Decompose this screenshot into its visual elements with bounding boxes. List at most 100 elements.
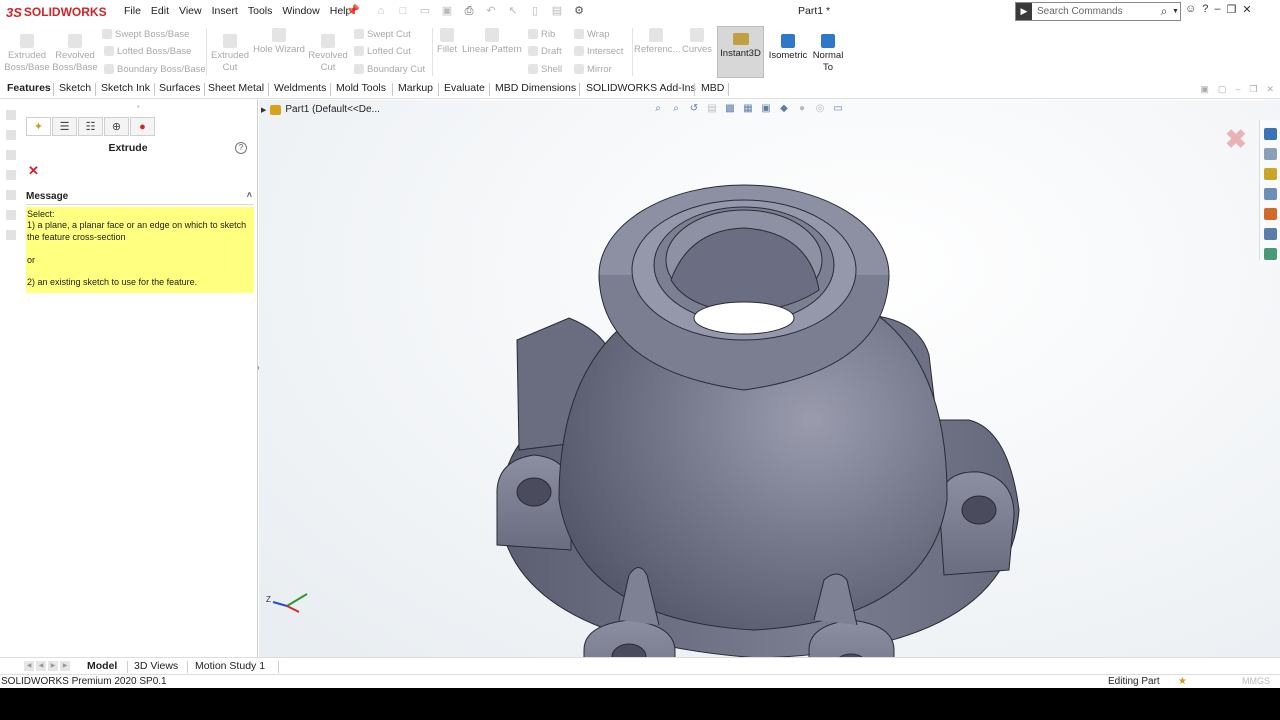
- forum-icon[interactable]: [1263, 248, 1277, 260]
- options-gear-icon[interactable]: ⚙: [570, 4, 588, 19]
- tab-mbd[interactable]: MBD: [699, 82, 726, 94]
- zoom-to-area-icon[interactable]: ⌕: [669, 102, 683, 115]
- confirmation-cancel-icon[interactable]: ✖: [1225, 124, 1247, 155]
- expand-arrow-icon[interactable]: ▶: [261, 106, 266, 114]
- tab-sketch[interactable]: Sketch: [57, 82, 93, 94]
- doc-restore-icon[interactable]: ❐: [1249, 84, 1257, 95]
- view-settings-icon[interactable]: ▭: [831, 102, 845, 115]
- select-icon[interactable]: ↖: [504, 4, 522, 19]
- search-dropdown-icon[interactable]: ▼: [1172, 8, 1180, 15]
- tab-weldments[interactable]: Weldments: [272, 82, 328, 94]
- rebuild-status-icon[interactable]: ★: [1178, 676, 1187, 687]
- menu-file[interactable]: File: [119, 5, 146, 17]
- search-input[interactable]: Search Commands: [1032, 6, 1156, 17]
- print-icon[interactable]: ⎙: [460, 4, 478, 19]
- rib-button[interactable]: Rib: [528, 29, 555, 40]
- save-icon[interactable]: ▣: [438, 4, 456, 19]
- strip-icon-6[interactable]: [6, 210, 16, 220]
- tab-3d-views[interactable]: 3D Views: [134, 660, 178, 672]
- unit-system[interactable]: MMGS: [1242, 676, 1270, 686]
- tab-motion-study-1[interactable]: Motion Study 1: [195, 660, 265, 672]
- tab-sketch-ink[interactable]: Sketch Ink: [99, 82, 152, 94]
- appearances-icon[interactable]: [1263, 208, 1277, 220]
- user-icon[interactable]: ☺: [1185, 3, 1196, 16]
- lofted-cut-button[interactable]: Lofted Cut: [354, 46, 411, 57]
- tab-evaluate[interactable]: Evaluate: [442, 82, 487, 94]
- last-tab-icon[interactable]: ▶: [60, 661, 70, 671]
- zoom-to-fit-icon[interactable]: ⌕: [651, 102, 665, 115]
- doc-minimize-icon[interactable]: –: [1235, 84, 1240, 95]
- extruded-cut-button[interactable]: Extruded Cut: [208, 34, 252, 74]
- display-style-icon[interactable]: ▣: [759, 102, 773, 115]
- cancel-close-icon[interactable]: ✕: [28, 163, 39, 179]
- feature-tree-flyout[interactable]: ▶ Part1 (Default<<De...: [261, 104, 380, 115]
- first-tab-icon[interactable]: ◀: [24, 661, 34, 671]
- menu-view[interactable]: View: [174, 5, 207, 17]
- strip-icon-4[interactable]: [6, 170, 16, 180]
- linear-pattern-button[interactable]: Linear Pattern: [462, 28, 522, 56]
- strip-icon-2[interactable]: [6, 130, 16, 140]
- isometric-button[interactable]: Isometric: [766, 34, 810, 62]
- instant3d-button[interactable]: Instant3D: [717, 26, 764, 78]
- wrap-button[interactable]: Wrap: [574, 29, 610, 40]
- strip-icon-1[interactable]: [6, 110, 16, 120]
- part-tree-label[interactable]: Part1 (Default<<De...: [285, 104, 380, 115]
- edit-appearance-icon[interactable]: ●: [795, 102, 809, 115]
- doc-close-icon[interactable]: ✕: [1266, 84, 1274, 95]
- graphics-area[interactable]: ▶ Part1 (Default<<De... ⌕ ⌕ ↺ ▤ ▩ ▦ ▣ ◆ …: [259, 100, 1280, 657]
- configuration-manager-tab-icon[interactable]: ☷: [78, 117, 103, 136]
- apply-scene-icon[interactable]: ◎: [813, 102, 827, 115]
- design-library-icon[interactable]: [1263, 148, 1277, 160]
- search-icon[interactable]: ⌕: [1156, 4, 1172, 19]
- boundary-cut-button[interactable]: Boundary Cut: [354, 64, 425, 75]
- previous-view-icon[interactable]: ↺: [687, 102, 701, 115]
- tab-mbd-dimensions[interactable]: MBD Dimensions: [493, 82, 578, 94]
- file-properties-icon[interactable]: ▤: [548, 4, 566, 19]
- tab-markup[interactable]: Markup: [396, 82, 435, 94]
- hole-wizard-button[interactable]: Hole Wizard: [252, 28, 306, 56]
- shell-button[interactable]: Shell: [528, 64, 562, 75]
- strip-icon-5[interactable]: [6, 190, 16, 200]
- undo-icon[interactable]: ↶: [482, 4, 500, 19]
- revolved-cut-button[interactable]: Revolved Cut: [306, 34, 350, 74]
- solidworks-resources-icon[interactable]: [1263, 128, 1277, 140]
- next-tab-icon[interactable]: ▶: [48, 661, 58, 671]
- open-icon[interactable]: ▭: [416, 4, 434, 19]
- chevron-up-icon[interactable]: ˄: [247, 190, 252, 200]
- pin-icon[interactable]: 📌: [346, 4, 360, 17]
- fillet-button[interactable]: Fillet: [434, 28, 460, 56]
- normal-to-button[interactable]: Normal To: [810, 34, 846, 74]
- part-3d-model[interactable]: [489, 180, 1029, 657]
- draft-button[interactable]: Draft: [528, 46, 562, 57]
- tab-solidworks-add-ins[interactable]: SOLIDWORKS Add-Ins: [584, 82, 698, 94]
- search-commands-box[interactable]: ▶ Search Commands ⌕ ▼: [1015, 2, 1181, 21]
- menu-tools[interactable]: Tools: [243, 5, 278, 17]
- reference-geometry-button[interactable]: Referenc...: [634, 28, 680, 56]
- dimxpert-tab-icon[interactable]: ⊕: [104, 117, 129, 136]
- swept-boss-button[interactable]: Swept Boss/Base: [102, 29, 189, 40]
- restore-icon[interactable]: ❐: [1226, 3, 1236, 16]
- tab-sheet-metal[interactable]: Sheet Metal: [206, 82, 266, 94]
- tab-mold-tools[interactable]: Mold Tools: [334, 82, 388, 94]
- tab-features[interactable]: Features: [5, 82, 53, 94]
- strip-icon-7[interactable]: [6, 230, 16, 240]
- boundary-boss-button[interactable]: Boundary Boss/Base: [104, 64, 206, 75]
- revolved-boss-button[interactable]: Revolved Boss/Base: [52, 34, 98, 74]
- lofted-boss-button[interactable]: Lofted Boss/Base: [104, 46, 191, 57]
- custom-properties-icon[interactable]: [1263, 228, 1277, 240]
- mirror-button[interactable]: Mirror: [574, 64, 612, 75]
- help-icon[interactable]: ?: [1202, 3, 1208, 16]
- extruded-boss-button[interactable]: Extruded Boss/Base: [4, 34, 50, 74]
- view-palette-icon[interactable]: [1263, 188, 1277, 200]
- menu-window[interactable]: Window: [277, 5, 324, 17]
- tab-surfaces[interactable]: Surfaces: [157, 82, 202, 94]
- menu-insert[interactable]: Insert: [207, 5, 243, 17]
- tile-icon[interactable]: ▣: [1200, 84, 1209, 95]
- close-icon[interactable]: ✕: [1242, 3, 1251, 16]
- panel-drag-handle[interactable]: •: [137, 104, 139, 111]
- prev-tab-icon[interactable]: ◀: [36, 661, 46, 671]
- display-manager-tab-icon[interactable]: ●: [130, 117, 155, 136]
- feature-manager-tab-icon[interactable]: ✦: [26, 117, 51, 136]
- menu-edit[interactable]: Edit: [146, 5, 174, 17]
- cascade-icon[interactable]: ▢: [1218, 84, 1227, 95]
